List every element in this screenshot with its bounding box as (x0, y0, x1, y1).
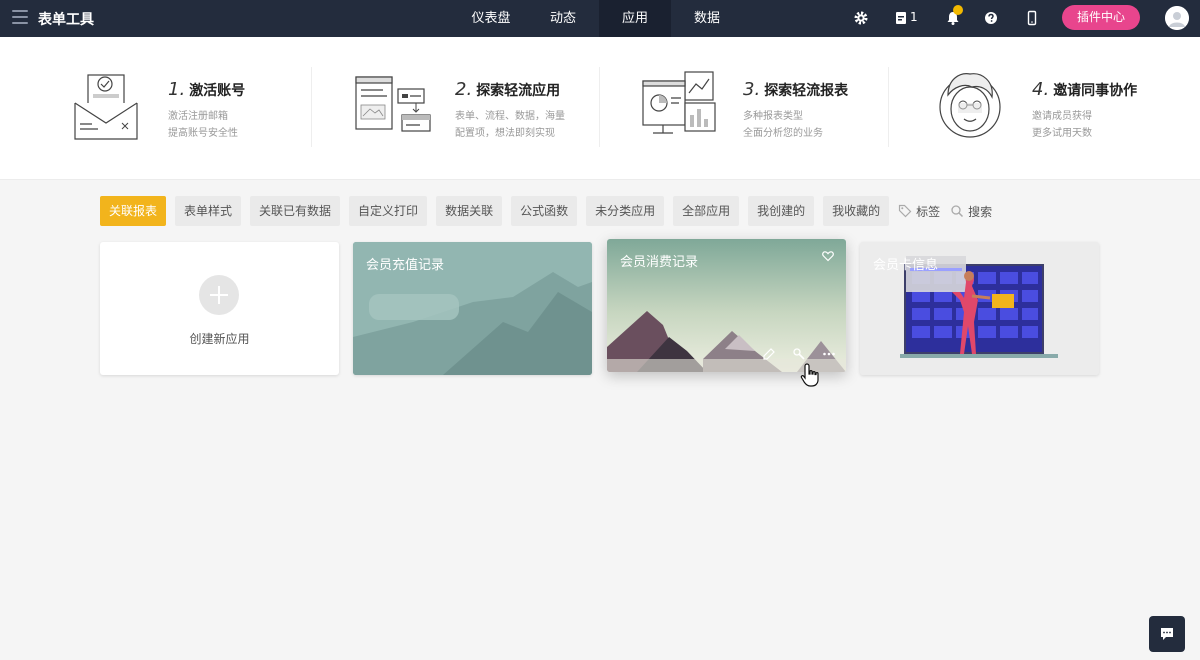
more-icon[interactable] (822, 346, 836, 360)
create-app-label: 创建新应用 (189, 332, 250, 346)
guide-step-desc: 邀请成员获得 更多试用天数 (1032, 108, 1092, 142)
step-number: 2. (455, 79, 473, 100)
flowchart-illustration-icon (355, 76, 431, 132)
step-desc-line: 更多试用天数 (1032, 128, 1092, 139)
filter-chip-favorites[interactable]: 我收藏的 (823, 196, 890, 226)
filter-chip-formula[interactable]: 公式函数 (511, 196, 578, 226)
person-illustration-icon (939, 73, 1001, 138)
onboarding-guide: 1. 激活账号 激活注册邮箱 提高账号安全性 2. 探索轻流应用 表单、流程、数… (0, 37, 1200, 180)
divider (599, 67, 600, 147)
nav-dashboard[interactable]: 仪表盘 (455, 0, 527, 37)
step-title-text: 探索轻流应用 (476, 83, 561, 99)
filter-chip-custom-print[interactable]: 自定义打印 (349, 196, 428, 226)
step-number: 1. (168, 79, 186, 100)
nav-apps[interactable]: 应用 (599, 0, 671, 37)
chat-support-button[interactable] (1149, 616, 1185, 652)
edit-icon[interactable] (762, 346, 776, 360)
guide-step-explore-apps[interactable]: 2. 探索轻流应用 表单、流程、数据，海量 配置项，想法即刻实现 (354, 37, 590, 180)
guide-step-title: 4. 邀请同事协作 (1032, 79, 1137, 100)
hand-cursor-icon (800, 363, 819, 387)
search-button[interactable]: 搜索 (950, 203, 992, 220)
top-bar: 表单工具 仪表盘 动态 应用 数据 1 插件中心 (0, 0, 1200, 37)
guide-step-title: 2. 探索轻流应用 (455, 79, 560, 100)
tag-label: 标签 (916, 204, 941, 219)
search-icon (951, 205, 964, 218)
app-card-title: 会员卡信息 (873, 258, 939, 273)
app-card-member-info[interactable]: 会员卡信息 (860, 242, 1099, 375)
step-desc-line: 提高账号安全性 (168, 128, 238, 139)
step-number: 4. (1032, 79, 1050, 100)
app-card-title: 会员充值记录 (366, 258, 445, 273)
plus-icon (199, 275, 239, 315)
filter-chip-all-apps[interactable]: 全部应用 (673, 196, 740, 226)
step-desc-line: 多种报表类型 (743, 111, 803, 122)
divider (888, 67, 889, 147)
filter-chip-link-existing-data[interactable]: 关联已有数据 (250, 196, 341, 226)
card-actions (746, 346, 836, 360)
step-number: 3. (743, 79, 761, 100)
step-title-text: 激活账号 (189, 83, 246, 99)
guide-step-invite[interactable]: 4. 邀请同事协作 邀请成员获得 更多试用天数 (934, 37, 1164, 180)
mobile-icon[interactable] (1024, 10, 1040, 26)
step-desc-line: 激活注册邮箱 (168, 111, 228, 122)
filter-chip-uncategorized[interactable]: 未分类应用 (586, 196, 665, 226)
nav-activity[interactable]: 动态 (527, 0, 599, 37)
step-title-text: 探索轻流报表 (764, 83, 849, 99)
guide-step-title: 1. 激活账号 (168, 79, 245, 100)
filter-bar: 关联报表 表单样式 关联已有数据 自定义打印 数据关联 公式函数 未分类应用 全… (100, 196, 1002, 226)
help-icon[interactable] (983, 10, 999, 26)
nav-data[interactable]: 数据 (671, 0, 743, 37)
step-desc-line: 邀请成员获得 (1032, 111, 1092, 122)
tag-filter[interactable]: 标签 (898, 203, 940, 220)
menu-icon[interactable] (12, 10, 28, 26)
guide-step-desc: 激活注册邮箱 提高账号安全性 (168, 108, 238, 142)
notification-badge (953, 5, 963, 15)
app-card-consumption[interactable]: 会员消费记录 (607, 239, 846, 372)
avatar[interactable] (1165, 6, 1189, 30)
step-desc-line: 配置项，想法即刻实现 (455, 128, 555, 139)
filter-chip-form-style[interactable]: 表单样式 (175, 196, 242, 226)
chat-icon (1161, 628, 1173, 640)
document-count: 1 (910, 10, 918, 24)
app-title: 表单工具 (38, 12, 94, 28)
guide-step-activate[interactable]: 1. 激活账号 激活注册邮箱 提高账号安全性 (72, 37, 302, 180)
step-desc-line: 全面分析您的业务 (743, 128, 823, 139)
guide-step-desc: 多种报表类型 全面分析您的业务 (743, 108, 823, 142)
filter-chip-related-reports[interactable]: 关联报表 (100, 196, 167, 226)
guide-step-desc: 表单、流程、数据，海量 配置项，想法即刻实现 (455, 108, 565, 142)
plugin-center-button[interactable]: 插件中心 (1062, 5, 1140, 30)
main-nav: 仪表盘 动态 应用 数据 (455, 0, 743, 37)
guide-step-explore-reports[interactable]: 3. 探索轻流报表 多种报表类型 全面分析您的业务 (641, 37, 877, 180)
heart-icon[interactable] (822, 250, 834, 262)
document-icon[interactable] (893, 10, 909, 26)
report-illustration-icon (642, 71, 716, 134)
envelope-illustration-icon (74, 74, 138, 140)
tag-icon (899, 204, 912, 218)
app-card-recharge[interactable]: 会员充值记录 (353, 242, 592, 375)
filter-chip-data-link[interactable]: 数据关联 (436, 196, 503, 226)
app-card-title: 会员消费记录 (620, 255, 699, 270)
create-app-card[interactable]: 创建新应用 (100, 242, 339, 375)
filter-chip-created-by-me[interactable]: 我创建的 (748, 196, 815, 226)
guide-step-title: 3. 探索轻流报表 (743, 79, 848, 100)
gear-icon[interactable] (853, 10, 869, 26)
wrench-icon[interactable] (792, 346, 806, 360)
divider (311, 67, 312, 147)
step-title-text: 邀请同事协作 (1053, 83, 1138, 99)
step-desc-line: 表单、流程、数据，海量 (455, 111, 565, 122)
search-label: 搜索 (968, 204, 993, 219)
